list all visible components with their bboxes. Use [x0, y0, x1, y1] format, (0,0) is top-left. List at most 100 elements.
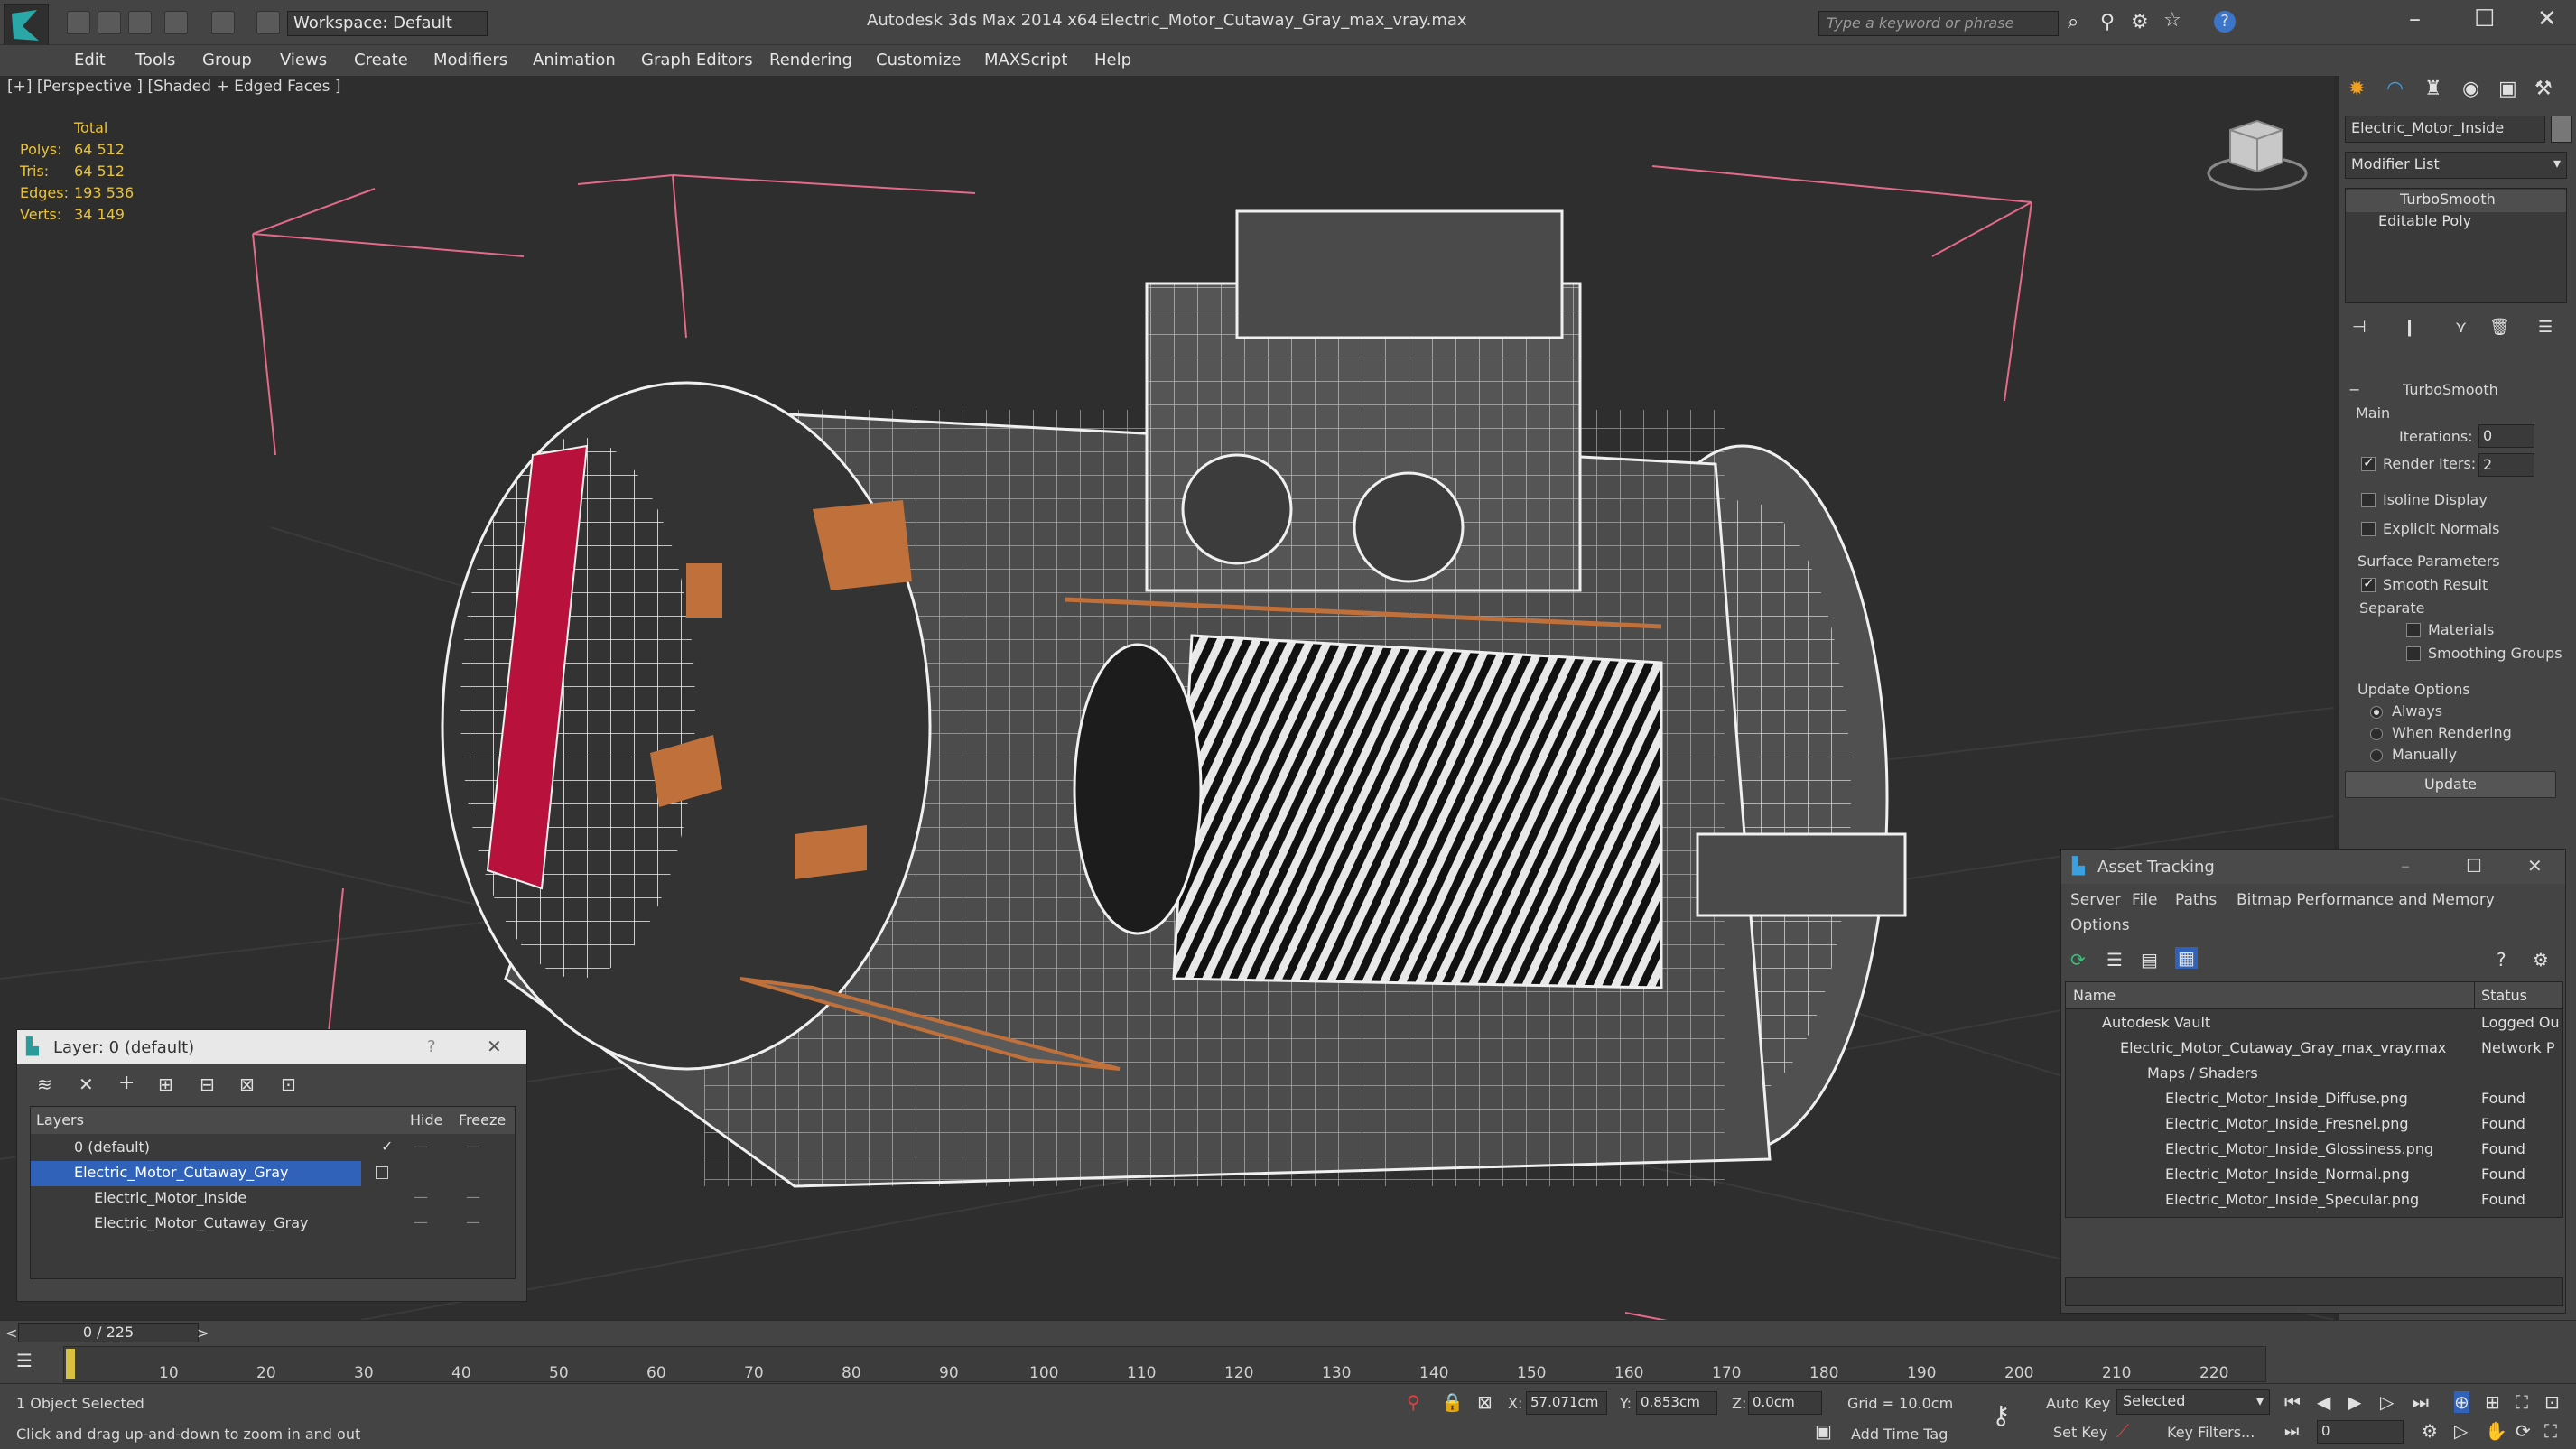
- always-radio[interactable]: [2370, 706, 2383, 719]
- menu-help[interactable]: Help: [1094, 51, 1131, 70]
- go-to-end-icon[interactable]: ⏭: [2413, 1391, 2429, 1413]
- explicit-normals-checkbox[interactable]: [2361, 522, 2376, 536]
- stack-item-editable-poly[interactable]: Editable Poly: [2346, 212, 2566, 234]
- pin-stack-icon[interactable]: ⊣: [2352, 318, 2367, 337]
- help-icon[interactable]: ?: [2214, 11, 2236, 33]
- motion-tab-icon[interactable]: ◉: [2462, 78, 2479, 100]
- undo-icon[interactable]: [164, 11, 188, 34]
- list-item[interactable]: Electric_Motor_Cutaway_Gray_max_vray.max…: [2066, 1036, 2562, 1062]
- update-button[interactable]: Update: [2345, 771, 2556, 798]
- col-name-header[interactable]: Name: [2073, 987, 2116, 1004]
- play-icon[interactable]: ▶: [2348, 1391, 2361, 1413]
- object-name-field[interactable]: Electric_Motor_Inside: [2345, 116, 2545, 143]
- materials-checkbox[interactable]: [2406, 623, 2421, 637]
- search-input[interactable]: Type a keyword or phrase: [1818, 11, 2059, 36]
- stack-item-turbosmooth[interactable]: TurboSmooth: [2346, 190, 2566, 212]
- key-mode-icon[interactable]: ⏭: [2284, 1422, 2299, 1441]
- modify-tab-icon[interactable]: ◠: [2386, 78, 2404, 100]
- list-item[interactable]: Maps / Shaders: [2066, 1062, 2562, 1087]
- active-layer-check-icon[interactable]: ✓: [381, 1138, 393, 1155]
- utilities-tab-icon[interactable]: ⚒: [2534, 78, 2553, 100]
- time-tag-icon[interactable]: ▣: [1815, 1420, 1832, 1442]
- mini-curve-editor-icon[interactable]: ☰: [16, 1350, 33, 1371]
- zoom-icon[interactable]: ⊕: [2454, 1391, 2469, 1413]
- col-layers[interactable]: Layers: [36, 1111, 84, 1129]
- isoline-display-checkbox[interactable]: [2361, 493, 2376, 507]
- binoculars-icon[interactable]: ⌕: [2068, 11, 2078, 33]
- zoom-all-icon[interactable]: ⊞: [2485, 1391, 2500, 1413]
- field-of-view-icon[interactable]: ▷: [2454, 1420, 2468, 1442]
- list-item[interactable]: Autodesk Vault Logged Ou: [2066, 1011, 2562, 1036]
- save-file-icon[interactable]: [128, 11, 152, 34]
- menu-rendering[interactable]: Rendering: [769, 51, 852, 70]
- render-iters-checkbox[interactable]: [2361, 454, 2376, 471]
- smoothing-groups-checkbox[interactable]: [2406, 646, 2421, 661]
- add-to-layer-icon[interactable]: ⊞: [158, 1073, 173, 1095]
- hide-all-icon[interactable]: ⊡: [281, 1073, 296, 1095]
- table-row[interactable]: Electric_Motor_Cutaway_Gray — —: [31, 1212, 515, 1237]
- new-layer-icon[interactable]: +: [118, 1072, 135, 1094]
- maximize-viewport-icon[interactable]: ⛶: [2544, 1420, 2557, 1442]
- table-row[interactable]: Electric_Motor_Cutaway_Gray: [31, 1161, 361, 1186]
- list-item[interactable]: Electric_Motor_Inside_Normal.png Found: [2066, 1163, 2562, 1188]
- menu-customize[interactable]: Customize: [876, 51, 961, 70]
- configure-sets-icon[interactable]: ☰: [2538, 318, 2553, 337]
- project-folder-icon[interactable]: [256, 11, 280, 34]
- remove-modifier-icon[interactable]: 🗑: [2489, 318, 2510, 337]
- menu-tools[interactable]: Tools: [135, 51, 175, 70]
- list-item[interactable]: Electric_Motor_Inside_Diffuse.png Found: [2066, 1087, 2562, 1112]
- list-item[interactable]: Electric_Motor_Inside_Fresnel.png Found: [2066, 1112, 2562, 1138]
- key-filters-button[interactable]: Key Filters...: [2167, 1424, 2255, 1441]
- layer-window-titlebar[interactable]: ▙ Layer: 0 (default) ? ✕: [17, 1030, 526, 1064]
- current-frame-field[interactable]: 0: [2317, 1420, 2404, 1444]
- render-iters-spinner[interactable]: 2: [2478, 453, 2534, 477]
- time-slider[interactable]: 0 / 225: [18, 1323, 199, 1342]
- time-cursor[interactable]: [66, 1349, 75, 1379]
- asset-path-field[interactable]: [2065, 1277, 2563, 1306]
- selection-lock-icon[interactable]: 🔒: [1441, 1391, 1464, 1413]
- zoom-extents-icon[interactable]: ⛶: [2516, 1391, 2528, 1413]
- hierarchy-tab-icon[interactable]: ♜: [2424, 78, 2442, 100]
- menu-create[interactable]: Create: [354, 51, 408, 70]
- layer-manager-icon[interactable]: ≋: [37, 1073, 52, 1095]
- y-coordinate-field[interactable]: 0.853cm: [1636, 1391, 1717, 1415]
- view-cube[interactable]: [2207, 119, 2308, 191]
- zoom-extents-all-icon[interactable]: ⊡: [2544, 1391, 2560, 1413]
- add-time-tag[interactable]: Add Time Tag: [1851, 1426, 1948, 1443]
- auto-key-button[interactable]: Auto Key: [2046, 1395, 2110, 1412]
- display-tab-icon[interactable]: ▣: [2498, 78, 2517, 100]
- viewport-label[interactable]: [+] [Perspective ] [Shaded + Edged Faces…: [7, 78, 340, 96]
- col-freeze[interactable]: Freeze: [459, 1111, 506, 1129]
- absolute-mode-icon[interactable]: ⊠: [1477, 1391, 1493, 1413]
- orbit-icon[interactable]: ⟳: [2516, 1420, 2531, 1442]
- subscription-icon[interactable]: ⚙: [2131, 11, 2149, 33]
- open-file-icon[interactable]: [98, 11, 121, 34]
- asset-settings-icon[interactable]: ⚙: [2533, 949, 2549, 971]
- key-icon[interactable]: ⚲: [2100, 11, 2115, 33]
- key-filter-icon[interactable]: ⟋: [2116, 1420, 2129, 1442]
- asset-menu-server[interactable]: Server: [2070, 891, 2121, 909]
- delete-layer-icon[interactable]: ✕: [79, 1073, 94, 1095]
- layer-toggle-box[interactable]: [372, 1161, 390, 1186]
- make-unique-icon[interactable]: ⋎: [2455, 318, 2467, 337]
- set-key-button[interactable]: Set Key: [2053, 1424, 2107, 1441]
- asset-menu-file[interactable]: File: [2132, 891, 2157, 909]
- favorites-star-icon[interactable]: ☆: [2163, 9, 2181, 32]
- menu-edit[interactable]: Edit: [74, 51, 106, 70]
- redo-icon[interactable]: [211, 11, 235, 34]
- pan-view-icon[interactable]: ✋: [2485, 1420, 2507, 1442]
- previous-frame-icon[interactable]: ◀: [2317, 1391, 2330, 1413]
- isolate-selection-icon[interactable]: ⚲: [1407, 1391, 1420, 1413]
- col-hide[interactable]: Hide: [410, 1111, 442, 1129]
- menu-graph-editors[interactable]: Graph Editors: [641, 51, 753, 70]
- layer-help-icon[interactable]: ?: [427, 1037, 436, 1056]
- detail-view-icon[interactable]: ▤: [2141, 949, 2158, 971]
- manually-radio[interactable]: [2370, 749, 2383, 762]
- layer-close-icon[interactable]: ✕: [487, 1036, 502, 1057]
- menu-group[interactable]: Group: [202, 51, 252, 70]
- menu-maxscript[interactable]: MAXScript: [984, 51, 1067, 70]
- minimize-icon[interactable]: –: [2409, 5, 2421, 33]
- set-key-mode-icon[interactable]: ⚷: [1992, 1400, 2011, 1430]
- list-view-icon[interactable]: ☰: [2106, 949, 2123, 971]
- workspace-dropdown[interactable]: Workspace: Default: [287, 11, 488, 36]
